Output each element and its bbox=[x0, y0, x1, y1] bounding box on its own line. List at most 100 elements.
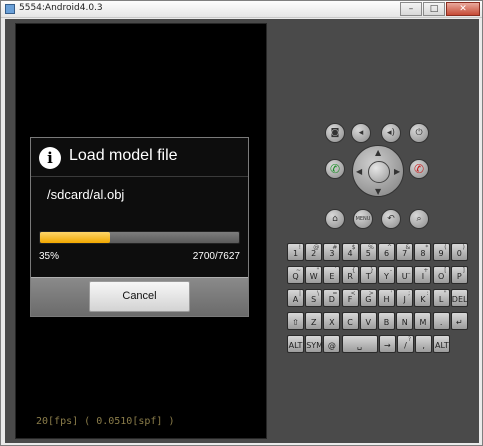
key-row5-3[interactable]: ␣ bbox=[341, 335, 378, 353]
cancel-button[interactable]: Cancel bbox=[89, 281, 190, 312]
volume-up-button[interactable]: ◂) bbox=[381, 123, 401, 143]
key-label: C bbox=[347, 318, 353, 327]
key-row1-7[interactable]: * 8 bbox=[414, 243, 432, 261]
key-row3-0[interactable]: | A bbox=[287, 289, 304, 307]
key-label: 3 bbox=[329, 249, 335, 258]
dialog-message: /sdcard/al.obj bbox=[47, 187, 125, 202]
key-row2-3[interactable]: {R bbox=[341, 266, 359, 284]
key-row4-6[interactable]: N bbox=[396, 312, 414, 330]
search-button[interactable]: ⌕ bbox=[409, 209, 429, 229]
key-label: , bbox=[422, 341, 425, 350]
key-row4-8[interactable]: . bbox=[432, 312, 450, 330]
key-label: S bbox=[311, 295, 317, 304]
key-row4-1[interactable]: Z bbox=[305, 312, 323, 330]
key-secondary-label: ' bbox=[390, 290, 392, 297]
key-row4-3[interactable]: C bbox=[341, 312, 359, 330]
key-label: G bbox=[365, 295, 372, 304]
window-title: 5554:Android4.0.3 bbox=[19, 3, 103, 13]
key-row1-0[interactable]: ! 1 bbox=[287, 243, 304, 261]
key-row4-4[interactable]: V bbox=[359, 312, 377, 330]
key-row3-8[interactable]: " L bbox=[432, 289, 450, 307]
key-row1-9[interactable]: ) 0 bbox=[450, 243, 468, 261]
key-row4-0[interactable]: ⇧ bbox=[287, 312, 304, 330]
call-button[interactable]: ✆ bbox=[325, 159, 345, 179]
key-row3-9[interactable]: DEL bbox=[450, 289, 468, 307]
key-row3-1[interactable]: \ S bbox=[305, 289, 323, 307]
key-label: M bbox=[419, 318, 427, 327]
dpad[interactable]: ▲ ▼ ◀ ▶ bbox=[352, 145, 404, 197]
key-row1-1[interactable]: @2 bbox=[305, 243, 323, 261]
key-row5-1[interactable]: SYM bbox=[305, 335, 323, 353]
key-row3-7[interactable]: :K bbox=[414, 289, 432, 307]
device-screen[interactable]: i Load model file /sdcard/al.obj 35% 270… bbox=[15, 23, 267, 439]
key-label: O bbox=[437, 272, 445, 281]
back-button[interactable]: ↶ bbox=[381, 209, 401, 229]
key-row1-2[interactable]: #3 bbox=[323, 243, 341, 261]
key-row3-4[interactable]: > G bbox=[359, 289, 377, 307]
key-row4-5[interactable]: B bbox=[378, 312, 395, 330]
search-icon: ⌕ bbox=[416, 214, 422, 224]
key-row3-3[interactable]: < F bbox=[341, 289, 359, 307]
key-label: V bbox=[365, 318, 372, 327]
hardware-keyboard: ! 1 @2 #3 $4% 5 ^ 6 & 7 * 8(9) 0 ~ Q " W ` E{R} T - Y _ U + I[O] P… bbox=[287, 243, 469, 357]
maximize-button[interactable]: □ bbox=[423, 2, 445, 16]
progress-bar-fill bbox=[40, 232, 110, 243]
close-button[interactable]: ✕ bbox=[446, 2, 480, 16]
menu-button[interactable]: MENU bbox=[353, 209, 373, 229]
key-label: J bbox=[403, 295, 406, 304]
dpad-up-icon[interactable]: ▲ bbox=[375, 148, 381, 157]
key-row3-2[interactable]: = D bbox=[323, 289, 341, 307]
key-label: 8 bbox=[420, 249, 426, 258]
key-row3-6[interactable]: ; J bbox=[396, 289, 414, 307]
key-row4-7[interactable]: M bbox=[414, 312, 432, 330]
key-label: 7 bbox=[402, 249, 408, 258]
key-row5-7[interactable]: ALT bbox=[433, 335, 451, 353]
key-row1-4[interactable]: % 5 bbox=[359, 243, 377, 261]
key-row2-4[interactable]: } T bbox=[359, 266, 377, 284]
power-button[interactable]: ⏻ bbox=[409, 123, 429, 143]
volume-down-button[interactable]: ◂ bbox=[351, 123, 371, 143]
key-secondary-label: ] bbox=[462, 267, 465, 274]
key-row2-6[interactable]: _ U bbox=[396, 266, 414, 284]
end-call-button[interactable]: ✆ bbox=[409, 159, 429, 179]
dpad-center-button[interactable] bbox=[368, 161, 390, 183]
key-row4-2[interactable]: X bbox=[323, 312, 341, 330]
key-row5-0[interactable]: ALT bbox=[287, 335, 304, 353]
key-row5-6[interactable]: , bbox=[415, 335, 433, 353]
end-call-icon: ✆ bbox=[413, 162, 425, 176]
key-row1-3[interactable]: $4 bbox=[341, 243, 359, 261]
key-row5-4[interactable]: → bbox=[378, 335, 396, 353]
key-row2-0[interactable]: ~ Q bbox=[287, 266, 304, 284]
key-label: U bbox=[401, 272, 408, 281]
progress-percent: 35% bbox=[39, 251, 60, 262]
key-row2-1[interactable]: " W bbox=[305, 266, 323, 284]
key-row1-8[interactable]: (9 bbox=[432, 243, 450, 261]
dpad-right-icon[interactable]: ▶ bbox=[394, 167, 400, 176]
volume-down-icon: ◂ bbox=[358, 128, 364, 138]
key-label: R bbox=[347, 272, 353, 281]
key-row2-8[interactable]: [O bbox=[432, 266, 450, 284]
dpad-left-icon[interactable]: ◀ bbox=[356, 167, 362, 176]
key-row5-5[interactable]: ? / bbox=[397, 335, 414, 353]
dpad-down-icon[interactable]: ▼ bbox=[375, 187, 381, 196]
key-row1-6[interactable]: & 7 bbox=[396, 243, 414, 261]
key-row4-9[interactable]: ↵ bbox=[450, 312, 468, 330]
title-bar[interactable]: 5554:Android4.0.3 – □ ✕ bbox=[1, 1, 482, 18]
key-secondary-label: | bbox=[298, 290, 301, 297]
emulator-controls-panel: ◙ ◂ ◂) ⏻ ✆ ✆ ▲ ▼ ◀ ▶ ⌂ MENU ↶ ⌕ ! 1 @2 #3 $4… bbox=[275, 19, 479, 443]
minimize-button[interactable]: – bbox=[400, 2, 422, 16]
key-label: DEL bbox=[451, 295, 468, 304]
key-row2-7[interactable]: + I bbox=[414, 266, 432, 284]
key-row1-5[interactable]: ^ 6 bbox=[378, 243, 395, 261]
key-label: ⇧ bbox=[292, 318, 299, 327]
camera-icon: ◙ bbox=[330, 128, 340, 138]
key-row5-2[interactable]: @ bbox=[323, 335, 341, 353]
key-row2-5[interactable]: -Y bbox=[378, 266, 395, 284]
key-row2-2[interactable]: ` E bbox=[323, 266, 341, 284]
key-row2-9[interactable]: ] P bbox=[450, 266, 468, 284]
camera-button[interactable]: ◙ bbox=[325, 123, 345, 143]
key-row3-5[interactable]: ' H bbox=[378, 289, 395, 307]
key-label: 9 bbox=[438, 249, 444, 258]
home-button[interactable]: ⌂ bbox=[325, 209, 345, 229]
key-label: 5 bbox=[365, 249, 371, 258]
